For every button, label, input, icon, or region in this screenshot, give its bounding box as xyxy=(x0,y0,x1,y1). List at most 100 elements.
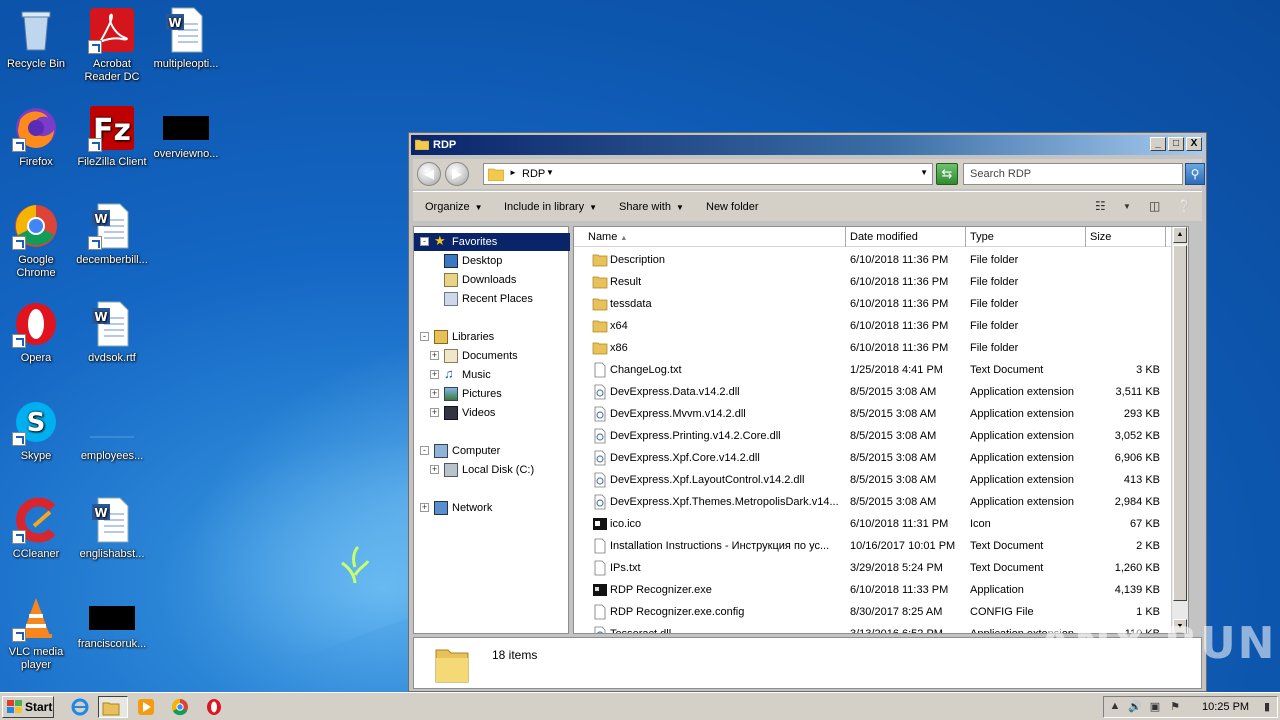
column-date[interactable]: Date modified xyxy=(846,227,966,247)
opera-taskbar-button[interactable] xyxy=(202,696,226,718)
recycle-bin-desktop-icon[interactable]: Recycle Bin xyxy=(0,6,74,71)
view-options-icon[interactable]: ☷ xyxy=(1095,199,1106,213)
file-size: 2,984 KB xyxy=(1114,496,1160,508)
back-button[interactable]: ◀ xyxy=(417,162,441,186)
file-row[interactable]: Description 6/10/2018 11:36 PM File folder xyxy=(574,249,1174,271)
breadcrumb-separator-icon[interactable]: ► xyxy=(509,168,517,177)
volume-icon[interactable]: 🔊 xyxy=(1128,700,1142,714)
file-row[interactable]: DevExpress.Mvvm.v14.2.dll 8/5/2015 3:08 A… xyxy=(574,403,1174,425)
nav-documents[interactable]: + Documents xyxy=(414,347,570,365)
close-button[interactable]: X xyxy=(1186,137,1202,151)
expand-icon[interactable]: + xyxy=(430,370,439,379)
expand-icon[interactable]: + xyxy=(430,389,439,398)
scroll-thumb[interactable] xyxy=(1173,245,1187,601)
address-bar[interactable]: ► RDP ▼ ▼ xyxy=(483,163,933,185)
file-type: Application extension xyxy=(970,452,1074,464)
collapse-icon[interactable]: - xyxy=(420,446,429,455)
nav-network[interactable]: + Network xyxy=(414,499,570,517)
preview-pane-icon[interactable]: ◫ xyxy=(1149,199,1160,213)
file-row[interactable]: DevExpress.Data.v14.2.dll 8/5/2015 3:08 A… xyxy=(574,381,1174,403)
file-row[interactable]: DevExpress.Xpf.Core.v14.2.dll 8/5/2015 3:… xyxy=(574,447,1174,469)
file-row[interactable]: Result 6/10/2018 11:36 PM File folder xyxy=(574,271,1174,293)
scroll-up-icon[interactable]: ▲ xyxy=(1173,227,1187,243)
file-row[interactable]: DevExpress.Xpf.LayoutControl.v14.2.dll 8/… xyxy=(574,469,1174,491)
collapse-icon[interactable]: - xyxy=(420,332,429,341)
nav-favorites[interactable]: - ★ Favorites xyxy=(414,233,570,251)
breadcrumb-rdp[interactable]: RDP xyxy=(522,168,545,180)
file-row[interactable]: IPs.txt 3/29/2018 5:24 PM Text Document 1,2… xyxy=(574,557,1174,579)
breadcrumb-chevron-icon[interactable]: ▼ xyxy=(546,168,554,177)
englishabst-desktop-icon[interactable]: W englishabst... xyxy=(74,496,150,561)
expand-icon[interactable]: + xyxy=(430,351,439,360)
network-status-icon[interactable]: ▣ xyxy=(1148,700,1162,714)
nav-computer[interactable]: - Computer xyxy=(414,442,570,460)
new-folder-button[interactable]: New folder xyxy=(706,201,759,213)
employees-desktop-icon[interactable]: employees... xyxy=(74,398,150,463)
address-dropdown-icon[interactable]: ▼ xyxy=(920,168,928,177)
forward-button[interactable]: ▶ xyxy=(445,162,469,186)
title-bar[interactable]: RDP _ □ X xyxy=(411,135,1204,155)
firefox-desktop-icon[interactable]: Firefox xyxy=(0,104,74,169)
view-dropdown-icon[interactable]: ▼ xyxy=(1123,202,1131,211)
action-center-flag-icon[interactable]: ⚑ xyxy=(1168,700,1182,714)
ie-taskbar-button[interactable] xyxy=(68,696,92,718)
help-icon[interactable]: ❔ xyxy=(1177,199,1192,213)
nav-recent-places[interactable]: Recent Places xyxy=(414,290,570,308)
decemberbill-desktop-icon[interactable]: W decemberbill... xyxy=(74,202,150,267)
file-row[interactable]: Installation Instructions - Инструкция п… xyxy=(574,535,1174,557)
vertical-scrollbar[interactable]: ▲ ▼ xyxy=(1171,227,1188,633)
vlc-desktop-icon[interactable]: VLC media player xyxy=(0,594,74,672)
file-row[interactable]: DevExpress.Printing.v14.2.Core.dll 8/5/20… xyxy=(574,425,1174,447)
skype-desktop-icon[interactable]: S Skype xyxy=(0,398,74,463)
franciscoruk-desktop-icon[interactable]: franciscoruk... xyxy=(74,594,150,651)
acrobat-desktop-icon[interactable]: Acrobat Reader DC xyxy=(74,6,150,84)
share-with-button[interactable]: Share with ▼ xyxy=(619,201,684,213)
column-type[interactable]: Type xyxy=(966,227,1086,247)
text-file-icon xyxy=(592,560,608,576)
file-row[interactable]: ico.ico 6/10/2018 11:31 PM Icon 67 KB xyxy=(574,513,1174,535)
column-size[interactable]: Size xyxy=(1086,227,1166,247)
file-row[interactable]: x64 6/10/2018 11:36 PM File folder xyxy=(574,315,1174,337)
expand-icon[interactable]: + xyxy=(430,408,439,417)
organize-button[interactable]: Organize ▼ xyxy=(425,201,483,213)
clock[interactable]: 10:25 PM xyxy=(1202,701,1249,713)
chrome-taskbar-button[interactable] xyxy=(168,696,192,718)
multipleopti-desktop-icon[interactable]: W multipleopti... xyxy=(148,6,224,71)
file-row[interactable]: RDP Recognizer.exe 6/10/2018 11:33 PM Appl… xyxy=(574,579,1174,601)
nav-videos[interactable]: + Videos xyxy=(414,404,570,422)
overviewno-desktop-icon[interactable]: overviewno... xyxy=(148,104,224,161)
filezilla-desktop-icon[interactable]: Fz FileZilla Client xyxy=(74,104,150,169)
search-icon[interactable]: ⚲ xyxy=(1185,163,1205,185)
file-size: 1 KB xyxy=(1136,606,1160,618)
collapse-icon[interactable]: - xyxy=(420,237,429,246)
media-player-taskbar-button[interactable] xyxy=(134,696,158,718)
show-hidden-icons-icon[interactable]: ▲ xyxy=(1108,700,1122,714)
nav-desktop[interactable]: Desktop xyxy=(414,252,570,270)
expand-icon[interactable]: + xyxy=(420,503,429,512)
opera-desktop-icon[interactable]: Opera xyxy=(0,300,74,365)
file-row[interactable]: ChangeLog.txt 1/25/2018 4:41 PM Text Docum… xyxy=(574,359,1174,381)
nav-music[interactable]: + ♫ Music xyxy=(414,366,570,384)
item-count: 18 items xyxy=(492,648,538,662)
ccleaner-desktop-icon[interactable]: CCleaner xyxy=(0,496,74,561)
start-button[interactable]: Start xyxy=(2,696,54,718)
file-date: 8/5/2015 3:08 AM xyxy=(850,452,937,464)
maximize-button[interactable]: □ xyxy=(1168,137,1184,151)
nav-downloads[interactable]: Downloads xyxy=(414,271,570,289)
chrome-desktop-icon[interactable]: Google Chrome xyxy=(0,202,74,280)
include-in-library-button[interactable]: Include in library ▼ xyxy=(504,201,597,213)
file-row[interactable]: DevExpress.Xpf.Themes.MetropolisDark.v14… xyxy=(574,491,1174,513)
refresh-button[interactable]: ⇆ xyxy=(936,163,958,185)
minimize-button[interactable]: _ xyxy=(1150,137,1166,151)
column-name[interactable]: Name ▲ xyxy=(584,227,846,247)
show-desktop-icon[interactable]: ▮ xyxy=(1260,700,1274,714)
nav-pictures[interactable]: + Pictures xyxy=(414,385,570,403)
search-input[interactable]: Search RDP xyxy=(963,163,1183,185)
file-row[interactable]: x86 6/10/2018 11:36 PM File folder xyxy=(574,337,1174,359)
file-row[interactable]: tessdata 6/10/2018 11:36 PM File folder xyxy=(574,293,1174,315)
expand-icon[interactable]: + xyxy=(430,465,439,474)
explorer-taskbar-button[interactable] xyxy=(98,696,128,718)
nav-libraries[interactable]: - Libraries xyxy=(414,328,570,346)
nav-local-disk[interactable]: + Local Disk (C:) xyxy=(414,461,570,479)
dvdsok-desktop-icon[interactable]: W dvdsok.rtf xyxy=(74,300,150,365)
